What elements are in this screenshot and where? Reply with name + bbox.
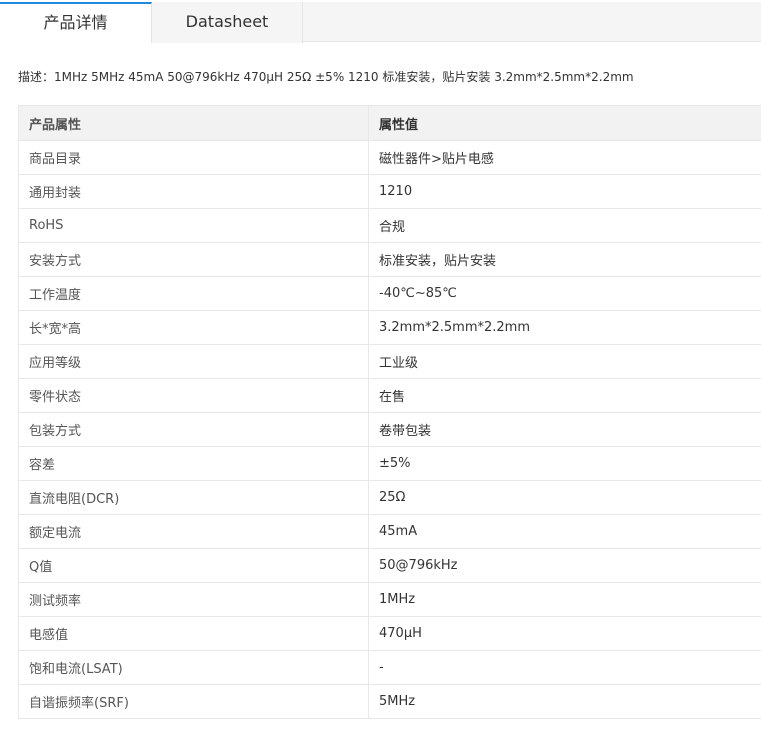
attribute-name: 零件状态: [18, 378, 369, 413]
attribute-name: RoHS: [18, 208, 369, 243]
tab-bar: 产品详情 Datasheet: [0, 2, 761, 43]
attribute-name: 商品目录: [18, 140, 369, 175]
table-row: 电感值 470µH: [18, 616, 761, 651]
attribute-name: 直流电阻(DCR): [18, 480, 369, 515]
attribute-name: Q值: [18, 548, 369, 583]
attribute-value: 1MHz: [368, 582, 761, 617]
attribute-name: 包装方式: [18, 412, 369, 447]
table-row: 工作温度 -40℃~85℃: [18, 276, 761, 311]
attribute-value: 在售: [368, 378, 761, 413]
attribute-value: 5MHz: [368, 684, 761, 719]
attribute-value: 50@796kHz: [368, 548, 761, 583]
attribute-value: 标准安装，贴片安装: [368, 242, 761, 277]
attribute-name: 工作温度: [18, 276, 369, 311]
attribute-value: 合规: [368, 208, 761, 243]
tab-product-details[interactable]: 产品详情: [0, 2, 152, 43]
attribute-name: 长*宽*高: [18, 310, 369, 345]
attribute-name: 电感值: [18, 616, 369, 651]
attribute-name: 安装方式: [18, 242, 369, 277]
attribute-value: 3.2mm*2.5mm*2.2mm: [368, 310, 761, 345]
attribute-value: -: [368, 650, 761, 685]
attribute-value: ±5%: [368, 446, 761, 481]
attribute-value: 磁性器件>贴片电感: [368, 140, 761, 175]
table-row: 饱和电流(LSAT) -: [18, 650, 761, 685]
header-value: 属性值: [368, 105, 761, 141]
product-detail-page: 产品详情 Datasheet 描述：1MHz 5MHz 45mA 50@796k…: [0, 0, 761, 737]
table-header-row: 产品属性 属性值: [18, 105, 761, 141]
attribute-name: 容差: [18, 446, 369, 481]
attribute-value: -40℃~85℃: [368, 276, 761, 311]
table-row: 安装方式 标准安装，贴片安装: [18, 242, 761, 277]
table-row: 应用等级 工业级: [18, 344, 761, 379]
table-row: 直流电阻(DCR) 25Ω: [18, 480, 761, 515]
attribute-value: 1210: [368, 174, 761, 209]
table-row: 商品目录 磁性器件>贴片电感: [18, 140, 761, 175]
table-row: 容差 ±5%: [18, 446, 761, 481]
attribute-value: 卷带包装: [368, 412, 761, 447]
attribute-name: 通用封装: [18, 174, 369, 209]
attributes-table: 产品属性 属性值 商品目录 磁性器件>贴片电感 通用封装 1210 RoHS 合规 安…: [18, 105, 761, 719]
attribute-name: 测试频率: [18, 582, 369, 617]
table-row: Q值 50@796kHz: [18, 548, 761, 583]
attribute-name: 应用等级: [18, 344, 369, 379]
table-body: 商品目录 磁性器件>贴片电感 通用封装 1210 RoHS 合规 安装方式 标准安装，贴…: [18, 140, 761, 719]
attribute-value: 25Ω: [368, 480, 761, 515]
table-row: 包装方式 卷带包装: [18, 412, 761, 447]
attribute-value: 工业级: [368, 344, 761, 379]
table-row: 长*宽*高 3.2mm*2.5mm*2.2mm: [18, 310, 761, 345]
table-row: 通用封装 1210: [18, 174, 761, 209]
attribute-name: 额定电流: [18, 514, 369, 549]
product-description: 描述：1MHz 5MHz 45mA 50@796kHz 470µH 25Ω ±5…: [18, 70, 634, 84]
table-row: 额定电流 45mA: [18, 514, 761, 549]
attribute-value: 45mA: [368, 514, 761, 549]
table-row: 自谐振频率(SRF) 5MHz: [18, 684, 761, 719]
header-attribute: 产品属性: [18, 105, 369, 141]
tab-datasheet[interactable]: Datasheet: [152, 2, 303, 43]
table-row: 零件状态 在售: [18, 378, 761, 413]
table-row: 测试频率 1MHz: [18, 582, 761, 617]
table-row: RoHS 合规: [18, 208, 761, 243]
attribute-value: 470µH: [368, 616, 761, 651]
attribute-name: 饱和电流(LSAT): [18, 650, 369, 685]
attribute-name: 自谐振频率(SRF): [18, 684, 369, 719]
